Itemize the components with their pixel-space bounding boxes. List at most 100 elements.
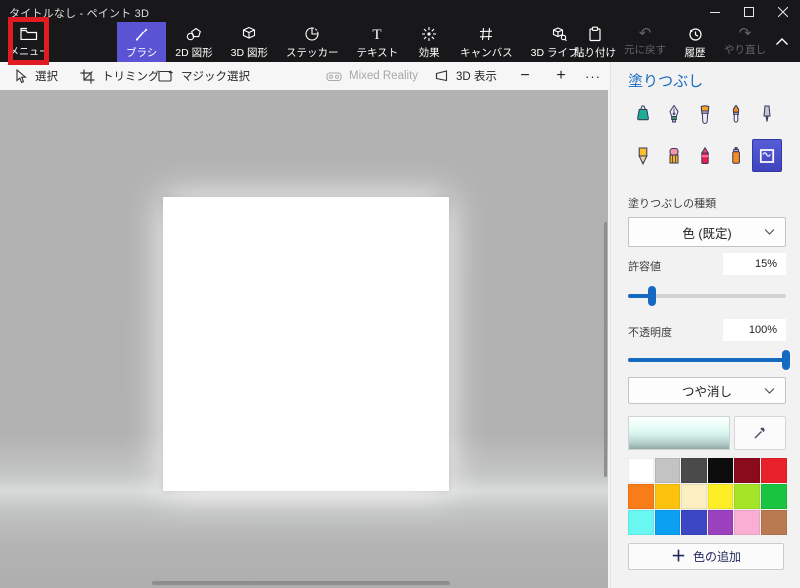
close-button[interactable] xyxy=(766,0,800,24)
color-swatch[interactable] xyxy=(761,510,787,535)
magic-select-label: マジック選択 xyxy=(181,68,250,84)
tool-pencil[interactable] xyxy=(628,139,658,172)
color-palette xyxy=(628,458,786,535)
tab-canvas[interactable]: キャンバス xyxy=(451,22,522,62)
more-options-button[interactable]: ··· xyxy=(580,62,606,90)
eyedropper-button[interactable] xyxy=(734,416,786,450)
collapse-ribbon-button[interactable] xyxy=(770,28,794,54)
color-swatch[interactable] xyxy=(655,458,681,483)
chevron-up-icon xyxy=(775,37,789,46)
tab-text[interactable]: T テキスト xyxy=(347,22,407,62)
color-swatch[interactable] xyxy=(708,484,734,509)
add-color-button[interactable]: ＋ 色の追加 xyxy=(628,543,784,570)
effects-icon xyxy=(420,25,438,43)
crop-icon xyxy=(80,69,95,84)
chevron-down-icon xyxy=(764,387,775,394)
view-3d-button[interactable]: 3D 表示 xyxy=(434,62,497,90)
tab-label: キャンバス xyxy=(460,45,513,60)
chevron-down-icon xyxy=(764,229,775,236)
current-color-preview xyxy=(628,416,730,450)
tool-marker[interactable] xyxy=(628,97,658,130)
mixed-reality-button[interactable]: Mixed Reality xyxy=(326,62,418,90)
magic-select-button[interactable]: マジック選択 xyxy=(158,62,250,90)
tab-2d-shapes[interactable]: 2D 図形 xyxy=(166,22,221,62)
canvas-area[interactable] xyxy=(0,90,608,588)
fill-type-dropdown[interactable]: 色 (既定) xyxy=(628,217,786,247)
tool-crayon[interactable] xyxy=(690,139,720,172)
tab-stickers[interactable]: ステッカー xyxy=(277,22,348,62)
tolerance-slider[interactable] xyxy=(628,286,786,306)
tab-label: 効果 xyxy=(419,45,440,60)
3d-shapes-icon xyxy=(240,25,258,43)
color-swatch[interactable] xyxy=(681,484,707,509)
magic-select-icon xyxy=(158,69,174,83)
horizontal-scrollbar[interactable] xyxy=(152,581,450,585)
menu-button[interactable]: メニュー xyxy=(8,23,50,61)
color-swatch[interactable] xyxy=(681,458,707,483)
color-swatch[interactable] xyxy=(708,458,734,483)
select-button[interactable]: 選択 xyxy=(14,62,58,90)
color-swatch[interactable] xyxy=(708,510,734,535)
tolerance-value-field[interactable]: 15% xyxy=(723,253,786,275)
color-swatch[interactable] xyxy=(655,510,681,535)
color-swatch[interactable] xyxy=(761,484,787,509)
color-swatch[interactable] xyxy=(734,458,760,483)
tool-calligraphy-pen[interactable] xyxy=(659,97,689,130)
add-color-label: 色の追加 xyxy=(693,548,741,565)
document-canvas[interactable] xyxy=(163,197,449,491)
vertical-scrollbar[interactable] xyxy=(604,222,607,477)
brush-tool-grid xyxy=(628,97,786,172)
history-icon xyxy=(686,25,704,43)
color-swatch[interactable] xyxy=(734,510,760,535)
tool-fill-bucket[interactable] xyxy=(752,139,782,172)
oil-brush-icon xyxy=(726,104,746,124)
color-swatch[interactable] xyxy=(655,484,681,509)
maximize-button[interactable] xyxy=(732,0,766,24)
tab-brush[interactable]: ブラシ xyxy=(117,22,166,62)
slider-thumb[interactable] xyxy=(648,286,656,306)
history-button[interactable]: 履歴 xyxy=(670,22,720,62)
marker-icon xyxy=(633,104,653,124)
opacity-value-field[interactable]: 100% xyxy=(723,319,786,341)
zoom-in-button[interactable]: + xyxy=(548,62,574,90)
tool-spray-can[interactable] xyxy=(721,139,751,172)
slider-thumb[interactable] xyxy=(782,350,790,370)
titlebar: タイトルなし - ペイント 3D メニュー ブラシ xyxy=(0,0,800,62)
paint3d-window: タイトルなし - ペイント 3D メニュー ブラシ xyxy=(0,0,800,588)
minimize-button[interactable] xyxy=(698,0,732,24)
color-swatch[interactable] xyxy=(628,510,654,535)
zoom-out-button[interactable]: − xyxy=(512,62,538,90)
maximize-icon xyxy=(744,7,754,17)
color-swatch[interactable] xyxy=(734,484,760,509)
paste-icon xyxy=(586,25,604,43)
finish-dropdown[interactable]: つや消し xyxy=(628,377,786,404)
view-3d-icon xyxy=(434,69,449,83)
tool-oil-brush[interactable] xyxy=(721,97,751,130)
tab-label: ステッカー xyxy=(286,45,339,60)
action-label: 履歴 xyxy=(685,45,706,60)
crop-button[interactable]: トリミング xyxy=(80,62,160,90)
select-label: 選択 xyxy=(35,68,58,84)
zoom-in-label: + xyxy=(556,67,565,85)
undo-icon: ↶ xyxy=(639,27,652,40)
undo-button[interactable]: ↶ 元に戻す xyxy=(620,22,670,62)
cursor-icon xyxy=(14,69,28,84)
paint-brush-icon xyxy=(695,104,715,124)
tool-paint-brush[interactable] xyxy=(690,97,720,130)
color-swatch[interactable] xyxy=(628,458,654,483)
tab-label: テキスト xyxy=(356,45,398,60)
paste-button[interactable]: 貼り付け xyxy=(570,22,620,62)
pixel-pen-icon xyxy=(757,104,777,124)
color-swatch[interactable] xyxy=(681,510,707,535)
tab-3d-shapes[interactable]: 3D 図形 xyxy=(222,22,277,62)
ribbon-tabs: ブラシ 2D 図形 3D 図形 ステッカー T テキスト 効果 xyxy=(117,22,596,62)
tolerance-value: 15% xyxy=(755,258,777,270)
tab-effects[interactable]: 効果 xyxy=(407,22,451,62)
color-swatch[interactable] xyxy=(761,458,787,483)
color-swatch[interactable] xyxy=(628,484,654,509)
redo-button[interactable]: ↷ やり直し xyxy=(720,22,770,62)
tool-pixel-pen[interactable] xyxy=(752,97,782,130)
tool-eraser[interactable] xyxy=(659,139,689,172)
fill-type-label: 塗りつぶしの種類 xyxy=(628,195,786,211)
opacity-slider[interactable] xyxy=(628,350,786,370)
